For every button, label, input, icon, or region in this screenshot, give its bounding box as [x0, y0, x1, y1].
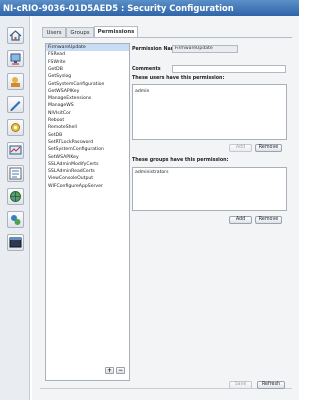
window-title: NI-cRIO-9036-01D5AED5 : Security Configu… [0, 0, 299, 16]
groups-permission-list[interactable]: administrators [132, 167, 287, 211]
add-permission-button[interactable]: + [105, 367, 114, 374]
save-button[interactable]: Save [229, 381, 252, 389]
pen-icon[interactable] [7, 96, 24, 113]
list-item[interactable]: ManageExtensions [46, 95, 129, 102]
list-item[interactable]: FirmwareUpdate [46, 44, 129, 52]
users-section-label: These users have this permission: [132, 76, 225, 81]
list-item[interactable]: GetDB [46, 66, 129, 73]
tab-users[interactable]: Users [42, 27, 66, 37]
users-remove-button[interactable]: Remove [255, 144, 282, 152]
permission-list[interactable]: FirmwareUpdate FSRead FSWrite GetDB GetS… [45, 43, 130, 381]
network-config-icon[interactable] [7, 50, 24, 67]
tab-divider [42, 37, 292, 38]
comments-label: Comments [132, 67, 161, 72]
list-item[interactable]: NIVIsitCor [46, 110, 129, 117]
list-item[interactable]: GetWSAPIKey [46, 88, 129, 95]
list-item[interactable]: SetRTLockPassword [46, 139, 129, 146]
list-item[interactable]: ViewConsoleOutput [46, 175, 129, 182]
list-item[interactable]: SetWSAPIKey [46, 154, 129, 161]
list-item[interactable]: administrators [135, 170, 168, 175]
console-window-icon[interactable] [7, 234, 24, 251]
list-item[interactable]: GetSystemConfiguration [46, 81, 129, 88]
list-item[interactable]: ManageWS [46, 102, 129, 109]
footer-divider [40, 388, 292, 389]
list-item[interactable]: Reboot [46, 117, 129, 124]
user-globe-icon[interactable] [7, 211, 24, 228]
list-item[interactable]: WIFConfigureAppServer [46, 183, 129, 190]
chart-monitor-icon[interactable] [7, 142, 24, 159]
network-globe-icon[interactable] [7, 188, 24, 205]
permission-name-field: FirmwareUpdate [172, 45, 238, 53]
system-settings-icon[interactable] [7, 119, 24, 136]
remove-permission-button[interactable]: − [116, 367, 125, 374]
refresh-button[interactable]: Refresh [257, 381, 285, 389]
list-item[interactable]: GetSyslog [46, 73, 129, 80]
groups-remove-button[interactable]: Remove [255, 216, 282, 224]
list-item[interactable]: SetDB [46, 132, 129, 139]
main-panel: Users Groups Permissions FirmwareUpdate … [32, 16, 299, 400]
list-item[interactable]: admin [135, 89, 149, 94]
groups-section-label: These groups have this permission: [132, 158, 229, 163]
list-item[interactable]: FSWrite [46, 59, 129, 66]
tab-groups[interactable]: Groups [66, 27, 94, 37]
list-item[interactable]: RemoteShell [46, 124, 129, 131]
groups-add-button[interactable]: Add [229, 216, 252, 224]
list-item[interactable]: SSLAdminModifyCerts [46, 161, 129, 168]
users-key-icon[interactable] [7, 73, 24, 90]
home-icon[interactable] [7, 27, 24, 44]
list-item[interactable]: SSLAdminReadCerts [46, 168, 129, 175]
diagram-icon[interactable] [7, 165, 24, 182]
comments-field[interactable] [172, 65, 286, 73]
list-item[interactable]: FSRead [46, 51, 129, 58]
tab-permissions[interactable]: Permissions [94, 26, 138, 37]
users-permission-list[interactable]: admin [132, 84, 287, 140]
users-add-button[interactable]: Add [229, 144, 252, 152]
sidebar [0, 16, 30, 400]
list-item[interactable]: SetSystemConfiguration [46, 146, 129, 153]
